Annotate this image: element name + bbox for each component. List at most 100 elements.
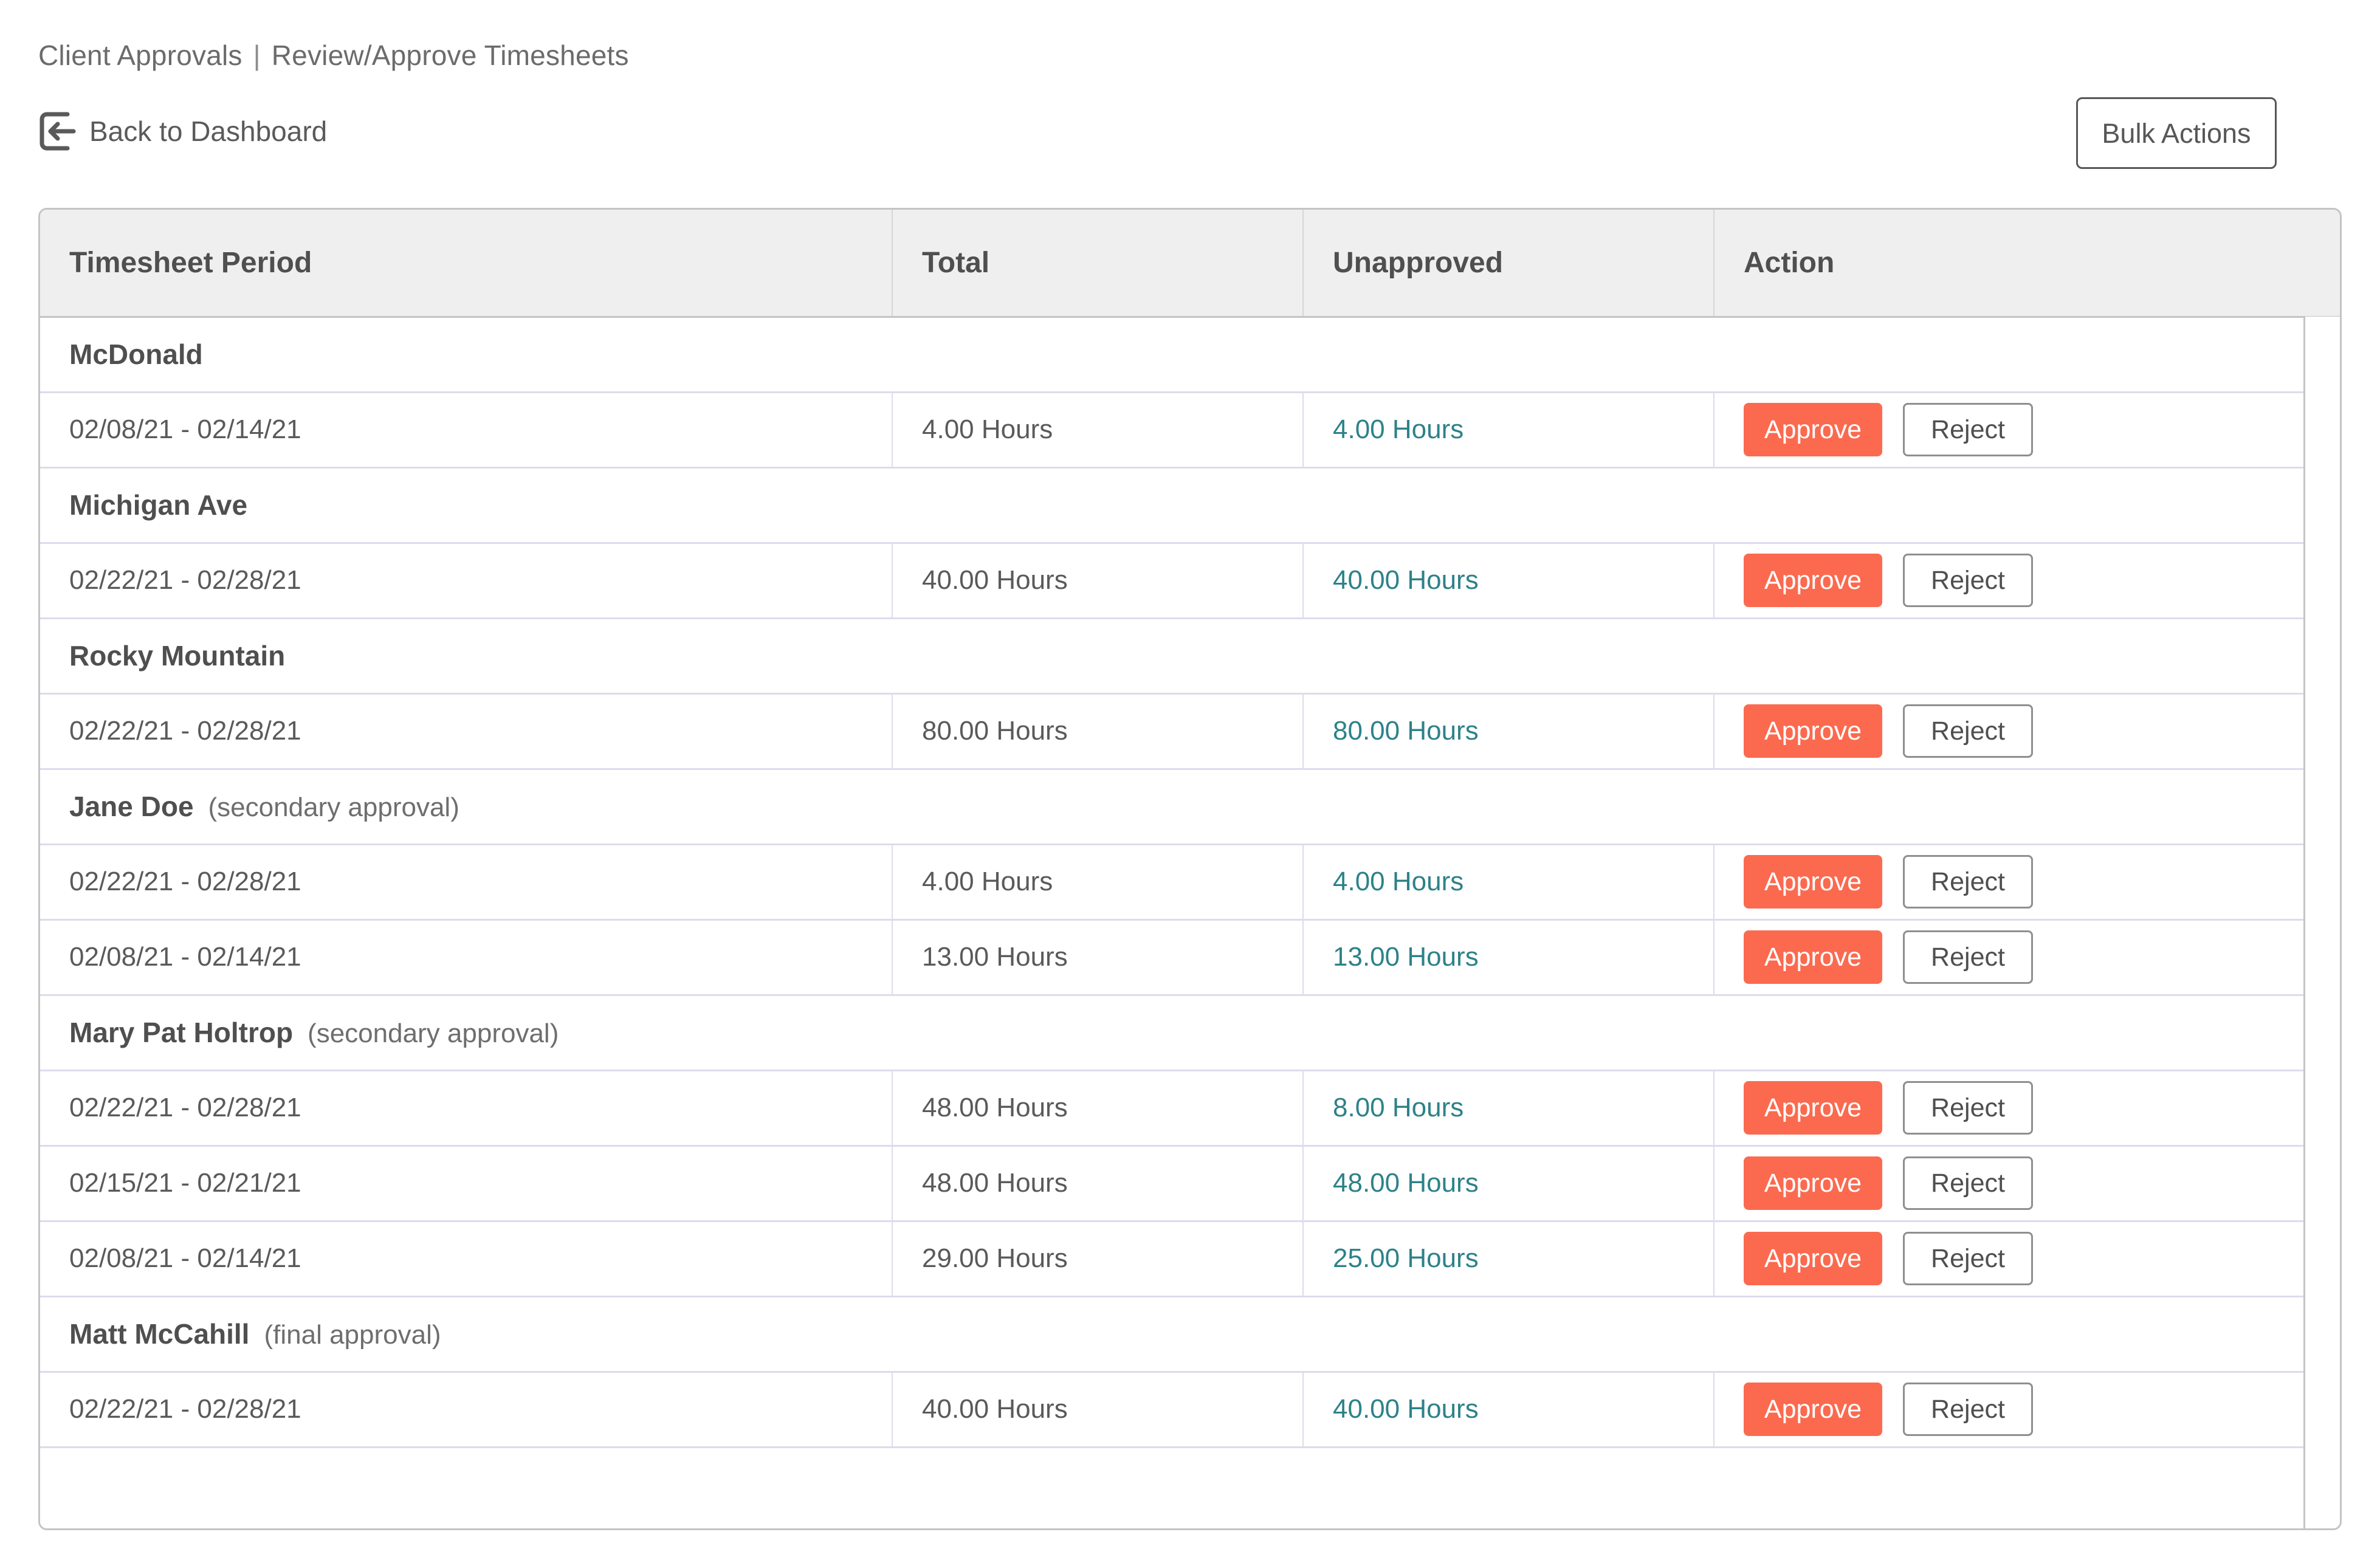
cell-action: Approve Reject (1714, 1069, 2340, 1146)
approve-button[interactable]: Approve (1744, 1156, 1882, 1210)
cell-total-hours: 40.00 Hours (892, 1370, 1304, 1447)
table-row: 02/08/21 - 02/14/21 29.00 Hours 25.00 Hour… (40, 1220, 2340, 1296)
cell-timesheet-period: 02/22/21 - 02/28/21 (40, 843, 893, 919)
cell-total-hours: 29.00 Hours (892, 1220, 1304, 1296)
action-button-group: Approve Reject (1744, 1156, 2340, 1210)
group-header-row: Michigan Ave (40, 466, 2340, 543)
unapproved-hours-link[interactable]: 40.00 Hours (1333, 1394, 1479, 1424)
reject-button[interactable]: Reject (1903, 403, 2033, 456)
cell-unapproved-hours: 4.00 Hours (1303, 391, 1714, 467)
reject-button[interactable]: Reject (1903, 704, 2033, 758)
unapproved-hours-link[interactable]: 8.00 Hours (1333, 1093, 1463, 1122)
table-row: 02/08/21 - 02/14/21 13.00 Hours 13.00 Hour… (40, 918, 2340, 995)
reject-button[interactable]: Reject (1903, 1383, 2033, 1436)
group-header-row: Jane Doe (secondary approval) (40, 768, 2340, 844)
reject-button[interactable]: Reject (1903, 1156, 2033, 1210)
table-row: 02/22/21 - 02/28/21 48.00 Hours 8.00 Hours… (40, 1069, 2340, 1146)
group-header-cell: Matt McCahill (final approval) (40, 1295, 2340, 1372)
cell-timesheet-period: 02/08/21 - 02/14/21 (40, 391, 893, 467)
group-header-row: McDonald (40, 317, 2340, 392)
approve-button[interactable]: Approve (1744, 704, 1882, 758)
unapproved-hours-link[interactable]: 13.00 Hours (1333, 942, 1479, 972)
group-name: McDonald (69, 338, 203, 370)
cell-action: Approve Reject (1714, 391, 2340, 467)
group-approval-note: (final approval) (264, 1320, 441, 1350)
cell-total-hours: 48.00 Hours (892, 1144, 1304, 1221)
cell-total-hours: 80.00 Hours (892, 692, 1304, 769)
table-header-row: Timesheet Period Total Unapproved Action (40, 210, 2340, 318)
group-name: Matt McCahill (69, 1318, 250, 1350)
cell-total-hours: 4.00 Hours (892, 843, 1304, 919)
table-row: 02/22/21 - 02/28/21 40.00 Hours 40.00 Hour… (40, 541, 2340, 618)
unapproved-hours-link[interactable]: 48.00 Hours (1333, 1168, 1479, 1198)
group-name: Mary Pat Holtrop (69, 1017, 294, 1048)
timesheets-table-card: Timesheet Period Total Unapproved Action… (38, 208, 2342, 1530)
group-name: Michigan Ave (69, 489, 248, 521)
cell-unapproved-hours: 4.00 Hours (1303, 843, 1714, 919)
table-empty-cell (40, 1446, 2340, 1528)
reject-button[interactable]: Reject (1903, 930, 2033, 984)
cell-action: Approve Reject (1714, 918, 2340, 995)
bulk-actions-button[interactable]: Bulk Actions (2076, 97, 2277, 169)
group-header-cell: Michigan Ave (40, 466, 2340, 543)
approve-button[interactable]: Approve (1744, 930, 1882, 984)
cell-timesheet-period: 02/15/21 - 02/21/21 (40, 1144, 893, 1221)
breadcrumb: Client Approvals | Review/Approve Timeshee… (38, 41, 629, 69)
group-approval-note: (secondary approval) (308, 1019, 559, 1048)
table-body: McDonald 02/08/21 - 02/14/21 4.00 Hours 4.0… (40, 317, 2340, 1528)
action-button-group: Approve Reject (1744, 704, 2340, 758)
reject-button[interactable]: Reject (1903, 554, 2033, 607)
table-empty-row (40, 1446, 2340, 1528)
approve-button[interactable]: Approve (1744, 1232, 1882, 1285)
group-approval-note: (secondary approval) (208, 792, 459, 822)
cell-timesheet-period: 02/22/21 - 02/28/21 (40, 1370, 893, 1447)
back-to-dashboard-link[interactable]: Back to Dashboard (38, 111, 327, 152)
cell-total-hours: 48.00 Hours (892, 1069, 1304, 1146)
cell-action: Approve Reject (1714, 843, 2340, 919)
cell-action: Approve Reject (1714, 1370, 2340, 1447)
approve-button[interactable]: Approve (1744, 403, 1882, 456)
column-header-total: Total (892, 210, 1304, 318)
table-row: 02/08/21 - 02/14/21 4.00 Hours 4.00 Hours A… (40, 391, 2340, 467)
cell-timesheet-period: 02/08/21 - 02/14/21 (40, 918, 893, 995)
reject-button[interactable]: Reject (1903, 1232, 2033, 1285)
unapproved-hours-link[interactable]: 4.00 Hours (1333, 867, 1463, 896)
cell-unapproved-hours: 40.00 Hours (1303, 541, 1714, 618)
page-root: Client Approvals | Review/Approve Timeshee… (0, 0, 2380, 1563)
column-header-unapproved: Unapproved (1303, 210, 1714, 318)
cell-action: Approve Reject (1714, 692, 2340, 769)
cell-action: Approve Reject (1714, 541, 2340, 618)
group-header-cell: Jane Doe (secondary approval) (40, 768, 2340, 844)
table-header: Timesheet Period Total Unapproved Action (40, 210, 2340, 318)
breadcrumb-parent[interactable]: Client Approvals (38, 40, 242, 71)
action-button-group: Approve Reject (1744, 1081, 2340, 1135)
approve-button[interactable]: Approve (1744, 1383, 1882, 1436)
group-name: Rocky Mountain (69, 640, 286, 672)
cell-total-hours: 4.00 Hours (892, 391, 1304, 467)
reject-button[interactable]: Reject (1903, 1081, 2033, 1135)
unapproved-hours-link[interactable]: 25.00 Hours (1333, 1243, 1479, 1273)
table-row: 02/22/21 - 02/28/21 4.00 Hours 4.00 Hours A… (40, 843, 2340, 919)
cell-unapproved-hours: 25.00 Hours (1303, 1220, 1714, 1296)
unapproved-hours-link[interactable]: 40.00 Hours (1333, 565, 1479, 595)
timesheets-table: Timesheet Period Total Unapproved Action… (40, 210, 2340, 1528)
cell-total-hours: 40.00 Hours (892, 541, 1304, 618)
approve-button[interactable]: Approve (1744, 554, 1882, 607)
group-header-cell: Mary Pat Holtrop (secondary approval) (40, 994, 2340, 1070)
approve-button[interactable]: Approve (1744, 855, 1882, 909)
unapproved-hours-link[interactable]: 80.00 Hours (1333, 716, 1479, 746)
column-header-action: Action (1714, 210, 2340, 318)
cell-unapproved-hours: 80.00 Hours (1303, 692, 1714, 769)
back-to-dashboard-label: Back to Dashboard (89, 115, 328, 147)
group-header-cell: McDonald (40, 317, 2340, 392)
table-row: 02/15/21 - 02/21/21 48.00 Hours 48.00 Hour… (40, 1144, 2340, 1221)
group-name: Jane Doe (69, 791, 194, 822)
breadcrumb-separator: | (253, 40, 261, 71)
reject-button[interactable]: Reject (1903, 855, 2033, 909)
unapproved-hours-link[interactable]: 4.00 Hours (1333, 414, 1463, 444)
column-header-timesheet-period: Timesheet Period (40, 210, 893, 318)
group-header-row: Mary Pat Holtrop (secondary approval) (40, 994, 2340, 1070)
approve-button[interactable]: Approve (1744, 1081, 1882, 1135)
back-arrow-icon (40, 112, 76, 151)
table-row: 02/22/21 - 02/28/21 80.00 Hours 80.00 Hour… (40, 692, 2340, 769)
